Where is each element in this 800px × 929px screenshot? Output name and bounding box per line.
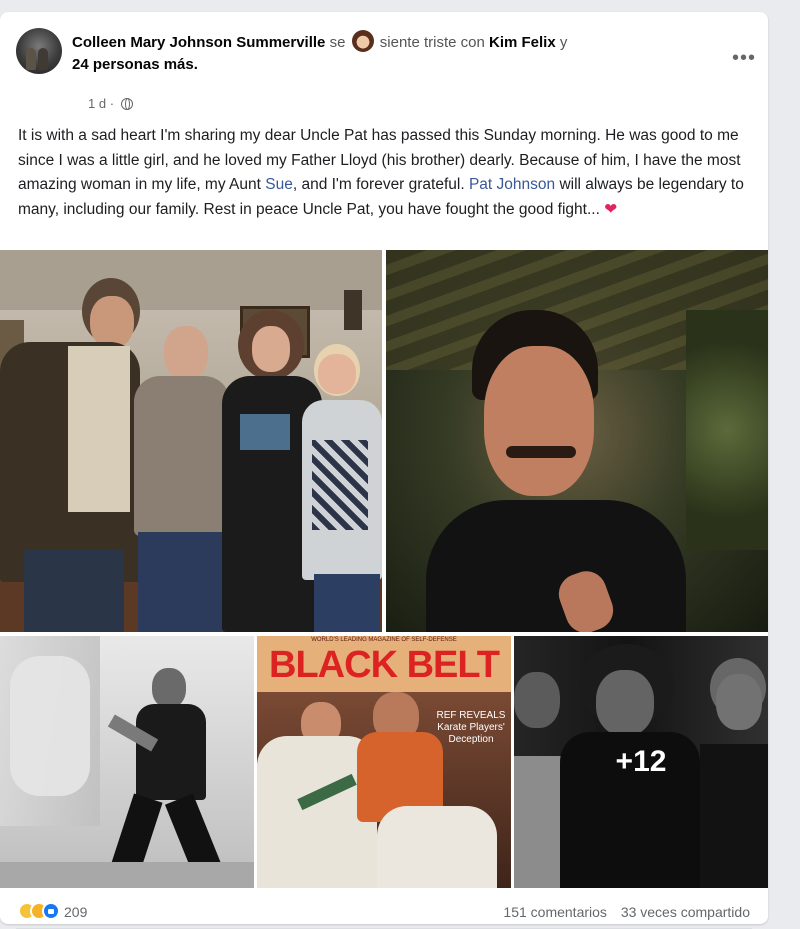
post-title-line: Colleen Mary Johnson Summerville se sien… bbox=[72, 30, 712, 76]
comments-count[interactable]: 151 comentarios bbox=[503, 904, 607, 920]
feeling-text: siente triste con bbox=[379, 34, 485, 51]
photo-group-more[interactable]: +12 bbox=[514, 636, 768, 888]
more-photos-count: +12 bbox=[615, 745, 667, 778]
photo-portrait[interactable] bbox=[386, 250, 768, 632]
post-header: Colleen Mary Johnson Summerville se sien… bbox=[16, 28, 755, 111]
tagged-person[interactable]: Kim Felix bbox=[489, 34, 556, 51]
link-sue[interactable]: Sue bbox=[265, 176, 293, 193]
tagged-conjunction: y bbox=[559, 34, 568, 51]
feeling-prefix: se bbox=[329, 34, 346, 51]
engagement-stats: 151 comentarios 33 veces compartido bbox=[493, 904, 750, 920]
feeling-sad-icon bbox=[351, 30, 374, 52]
more-options-button[interactable]: ••• bbox=[732, 48, 756, 68]
post-text: It is with a sad heart I'm sharing my de… bbox=[18, 124, 758, 222]
globe-icon bbox=[120, 98, 133, 110]
time-separator: · bbox=[109, 96, 115, 111]
post-meta: 1 d · bbox=[88, 96, 133, 111]
author-name[interactable]: Colleen Mary Johnson Summerville bbox=[72, 34, 325, 51]
post-card: Colleen Mary Johnson Summerville se sien… bbox=[0, 12, 768, 929]
more-photos-overlay[interactable]: +12 bbox=[514, 636, 768, 888]
heart-emoji-icon: ❤ bbox=[604, 200, 618, 218]
post-text-segment: , and I'm forever grateful. bbox=[292, 176, 469, 193]
like-reaction-icon bbox=[42, 902, 60, 920]
photo-family-group[interactable] bbox=[0, 250, 382, 632]
reaction-count[interactable]: 209 bbox=[64, 904, 87, 920]
photo-magazine-cover[interactable]: WORLD'S LEADING MAGAZINE OF SELF-DEFENSE… bbox=[257, 636, 511, 888]
post-time[interactable]: 1 d bbox=[88, 96, 106, 111]
photo-karate-stance[interactable] bbox=[0, 636, 254, 888]
link-pat-johnson[interactable]: Pat Johnson bbox=[469, 176, 555, 193]
magazine-tagline: WORLD'S LEADING MAGAZINE OF SELF-DEFENSE bbox=[311, 637, 457, 643]
magazine-callout: REF REVEALS Karate Players' Deception bbox=[436, 710, 506, 745]
shares-count[interactable]: 33 veces compartido bbox=[621, 904, 750, 920]
magazine-title: BLACK BELT bbox=[269, 644, 500, 686]
post-footer: 209 151 comentarios 33 veces compartido bbox=[0, 896, 768, 926]
tagged-others[interactable]: 24 personas más. bbox=[72, 56, 198, 73]
author-avatar[interactable] bbox=[16, 28, 62, 74]
